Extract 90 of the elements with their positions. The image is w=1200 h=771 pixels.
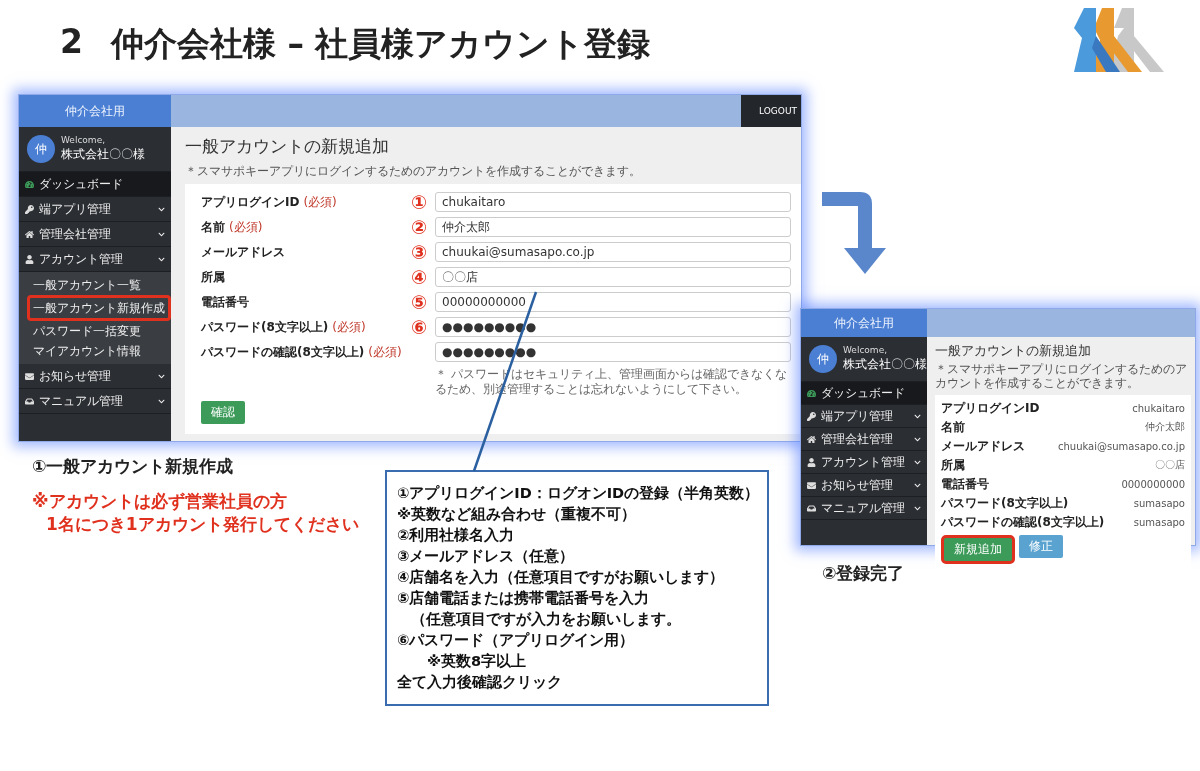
instruction-line: ⑤店舗電話または携帯電話番号を入力 bbox=[397, 589, 651, 608]
detail-value: sumasapo bbox=[1133, 516, 1185, 528]
chevron-icon bbox=[158, 372, 165, 380]
detail-label: パスワード(8文字以上) bbox=[941, 494, 1069, 512]
chevron-icon bbox=[158, 255, 165, 263]
detail-label: 所属 bbox=[941, 456, 965, 474]
brand-label: 仲介会社用 bbox=[19, 95, 171, 127]
submenu-item[interactable]: 一般アカウント一覧 bbox=[33, 275, 141, 295]
chevron-icon bbox=[914, 504, 921, 512]
input-field[interactable]: 00000000000 bbox=[435, 292, 791, 313]
field-label: パスワード(8文字以上) (必須) bbox=[201, 318, 367, 336]
chevron-icon bbox=[158, 397, 165, 405]
menu-icon bbox=[807, 434, 816, 444]
instruction-line: ※英数8字以上 bbox=[426, 652, 528, 671]
instruction-line: 全て入力後確認クリック bbox=[397, 673, 563, 692]
detail-label: 名前 bbox=[941, 418, 965, 436]
user-name: 株式会社〇〇様 bbox=[61, 146, 145, 163]
menu-icon bbox=[807, 503, 816, 513]
input-field[interactable]: chukaitaro bbox=[435, 192, 791, 213]
step-number: ⑥ bbox=[411, 317, 429, 337]
slide-number: 2 bbox=[60, 22, 83, 63]
detail-label: メールアドレス bbox=[941, 437, 1025, 455]
detail-value: chuukai@sumasapo.co.jp bbox=[1058, 440, 1185, 452]
page-title: 一般アカウントの新規追加 bbox=[934, 342, 1092, 360]
chevron-icon bbox=[914, 435, 921, 443]
detail-value: sumasapo bbox=[1133, 497, 1185, 509]
menu-icon bbox=[25, 179, 34, 189]
chevron-icon bbox=[158, 205, 165, 213]
step-number: ② bbox=[411, 217, 429, 237]
user-name: 株式会社〇〇様 bbox=[843, 356, 927, 373]
field-label: 名前 (必須) bbox=[201, 218, 264, 236]
instruction-line: ④店舗名を入力（任意項目ですがお願いします） bbox=[397, 568, 726, 587]
chevron-icon bbox=[158, 230, 165, 238]
input-field[interactable]: 仲介太郎 bbox=[435, 217, 791, 238]
slide-title: 仲介会社様 – 社員様アカウント登録 bbox=[110, 23, 651, 65]
menu-icon bbox=[807, 457, 816, 467]
field-label: パスワードの確認(8文字以上) (必須) bbox=[201, 343, 403, 361]
welcome-text: Welcome, bbox=[61, 135, 107, 145]
detail-value: 〇〇店 bbox=[1155, 458, 1185, 473]
chevron-icon bbox=[914, 412, 921, 420]
submenu-item[interactable]: 一般アカウント新規作成 bbox=[27, 295, 171, 321]
brand-label: 仲介会社用 bbox=[801, 309, 927, 337]
detail-label: アプリログインID bbox=[941, 399, 1040, 417]
menu-icon bbox=[25, 254, 34, 264]
field-label: メールアドレス bbox=[201, 243, 286, 261]
welcome-text: Welcome, bbox=[843, 345, 889, 355]
field-label: 電話番号 bbox=[201, 293, 250, 311]
instruction-line: ①アプリログインID：ログオンIDの登録（半角英数） bbox=[397, 484, 757, 503]
instruction-line: （任意項目ですが入力をお願いします。 bbox=[410, 610, 682, 629]
sidebar-item[interactable]: ダッシュボード bbox=[19, 172, 171, 197]
submenu-item[interactable]: マイアカウント情報 bbox=[33, 341, 141, 361]
description-text: ＊スマサポキーアプリにログインするためのアカウントを作成することができます。 bbox=[934, 362, 1188, 393]
instruction-line: ②利用社様名入力 bbox=[397, 526, 516, 545]
menu-icon bbox=[807, 388, 816, 398]
step-caption: ②登録完了 bbox=[822, 562, 906, 585]
sidebar-item[interactable]: ダッシュボード bbox=[801, 382, 927, 405]
chevron-icon bbox=[914, 481, 921, 489]
instruction-line: ※英数など組み合わせ（重複不可） bbox=[397, 505, 638, 524]
menu-icon bbox=[25, 396, 34, 406]
detail-value: chukaitaro bbox=[1132, 402, 1185, 414]
field-label: アプリログインID (必須) bbox=[201, 193, 338, 211]
step-number: ⑤ bbox=[411, 292, 429, 312]
menu-icon bbox=[807, 411, 816, 421]
warning-text: ※アカウントは必ず営業社員の方 bbox=[32, 490, 288, 513]
input-field[interactable]: chuukai@sumasapo.co.jp bbox=[435, 242, 791, 263]
description-text: ＊スマサポキーアプリにログインするためのアカウントを作成することができます。 bbox=[184, 163, 642, 180]
detail-value: 仲介太郎 bbox=[1145, 420, 1185, 435]
logout-button[interactable]: LOGOUT bbox=[741, 95, 801, 127]
submenu-item[interactable]: パスワード一括変更 bbox=[33, 321, 141, 341]
instruction-line: ③メールアドレス（任意） bbox=[397, 547, 576, 566]
logo-icon bbox=[1072, 6, 1164, 72]
detail-label: 電話番号 bbox=[941, 475, 989, 493]
input-field[interactable]: 〇〇店 bbox=[435, 267, 791, 288]
step-number: ③ bbox=[411, 242, 429, 262]
field-label: 所属 bbox=[201, 268, 226, 286]
instruction-line: ⑥パスワード（アプリログイン用） bbox=[397, 631, 636, 650]
menu-icon bbox=[25, 371, 34, 381]
menu-icon bbox=[807, 480, 816, 490]
step-caption: ①一般アカウント新規作成 bbox=[32, 455, 235, 478]
menu-icon bbox=[25, 229, 34, 239]
detail-value: 0000000000 bbox=[1121, 478, 1185, 490]
detail-label: パスワードの確認(8文字以上) bbox=[941, 513, 1105, 531]
step-number: ④ bbox=[411, 267, 429, 287]
step-number: ① bbox=[411, 192, 429, 212]
avatar: 仲 bbox=[27, 135, 55, 163]
warning-text: 1名につき1アカウント発行してください bbox=[45, 513, 359, 536]
avatar: 仲 bbox=[809, 345, 837, 373]
page-title: 一般アカウントの新規追加 bbox=[184, 135, 390, 158]
menu-icon bbox=[25, 204, 34, 214]
chevron-icon bbox=[914, 458, 921, 466]
